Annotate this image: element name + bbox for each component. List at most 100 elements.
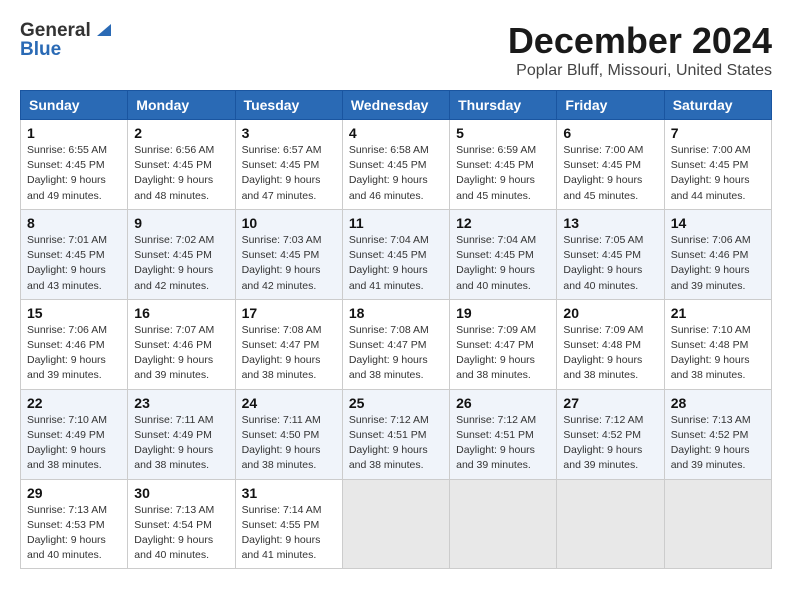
title-area: December 2024 Poplar Bluff, Missouri, Un… bbox=[508, 20, 772, 80]
daylight-label: Daylight: 9 hours and 47 minutes. bbox=[242, 174, 321, 201]
daylight-label: Daylight: 9 hours and 38 minutes. bbox=[349, 444, 428, 471]
logo-icon bbox=[93, 18, 115, 40]
calendar-cell: 13 Sunrise: 7:05 AM Sunset: 4:45 PM Dayl… bbox=[557, 209, 664, 299]
daylight-label: Daylight: 9 hours and 46 minutes. bbox=[349, 174, 428, 201]
logo-general-text: General bbox=[20, 21, 91, 40]
day-number: 10 bbox=[242, 215, 336, 231]
sunset-label: Sunset: 4:45 PM bbox=[27, 249, 105, 261]
day-info: Sunrise: 7:00 AM Sunset: 4:45 PM Dayligh… bbox=[671, 143, 765, 204]
day-info: Sunrise: 6:55 AM Sunset: 4:45 PM Dayligh… bbox=[27, 143, 121, 204]
sunrise-label: Sunrise: 7:02 AM bbox=[134, 234, 214, 246]
daylight-label: Daylight: 9 hours and 39 minutes. bbox=[671, 264, 750, 291]
daylight-label: Daylight: 9 hours and 39 minutes. bbox=[456, 444, 535, 471]
daylight-label: Daylight: 9 hours and 38 minutes. bbox=[242, 444, 321, 471]
sunrise-label: Sunrise: 7:11 AM bbox=[134, 414, 213, 426]
day-info: Sunrise: 6:58 AM Sunset: 4:45 PM Dayligh… bbox=[349, 143, 443, 204]
day-info: Sunrise: 7:02 AM Sunset: 4:45 PM Dayligh… bbox=[134, 233, 228, 294]
day-number: 5 bbox=[456, 125, 550, 141]
sunrise-label: Sunrise: 7:01 AM bbox=[27, 234, 107, 246]
sunset-label: Sunset: 4:49 PM bbox=[27, 429, 105, 441]
sunset-label: Sunset: 4:54 PM bbox=[134, 519, 212, 531]
sunset-label: Sunset: 4:48 PM bbox=[563, 339, 641, 351]
sunrise-label: Sunrise: 7:08 AM bbox=[349, 324, 429, 336]
daylight-label: Daylight: 9 hours and 38 minutes. bbox=[349, 354, 428, 381]
calendar-cell: 26 Sunrise: 7:12 AM Sunset: 4:51 PM Dayl… bbox=[450, 389, 557, 479]
calendar-cell: 5 Sunrise: 6:59 AM Sunset: 4:45 PM Dayli… bbox=[450, 120, 557, 210]
day-info: Sunrise: 7:09 AM Sunset: 4:48 PM Dayligh… bbox=[563, 323, 657, 384]
sunrise-label: Sunrise: 7:10 AM bbox=[671, 324, 751, 336]
sunrise-label: Sunrise: 7:12 AM bbox=[456, 414, 536, 426]
daylight-label: Daylight: 9 hours and 39 minutes. bbox=[563, 444, 642, 471]
day-number: 7 bbox=[671, 125, 765, 141]
calendar-cell: 20 Sunrise: 7:09 AM Sunset: 4:48 PM Dayl… bbox=[557, 299, 664, 389]
daylight-label: Daylight: 9 hours and 38 minutes. bbox=[134, 444, 213, 471]
calendar-week-row: 8 Sunrise: 7:01 AM Sunset: 4:45 PM Dayli… bbox=[21, 209, 772, 299]
day-info: Sunrise: 7:13 AM Sunset: 4:54 PM Dayligh… bbox=[134, 503, 228, 564]
daylight-label: Daylight: 9 hours and 40 minutes. bbox=[563, 264, 642, 291]
sunset-label: Sunset: 4:45 PM bbox=[349, 249, 427, 261]
day-number: 11 bbox=[349, 215, 443, 231]
day-header-monday: Monday bbox=[128, 91, 235, 120]
day-number: 31 bbox=[242, 485, 336, 501]
day-info: Sunrise: 7:06 AM Sunset: 4:46 PM Dayligh… bbox=[671, 233, 765, 294]
sunset-label: Sunset: 4:45 PM bbox=[563, 249, 641, 261]
calendar-cell: 6 Sunrise: 7:00 AM Sunset: 4:45 PM Dayli… bbox=[557, 120, 664, 210]
logo: General Blue bbox=[20, 20, 115, 59]
calendar-cell: 9 Sunrise: 7:02 AM Sunset: 4:45 PM Dayli… bbox=[128, 209, 235, 299]
calendar-cell bbox=[664, 479, 771, 569]
daylight-label: Daylight: 9 hours and 44 minutes. bbox=[671, 174, 750, 201]
calendar-cell: 23 Sunrise: 7:11 AM Sunset: 4:49 PM Dayl… bbox=[128, 389, 235, 479]
day-header-saturday: Saturday bbox=[664, 91, 771, 120]
sunset-label: Sunset: 4:45 PM bbox=[349, 159, 427, 171]
day-info: Sunrise: 6:56 AM Sunset: 4:45 PM Dayligh… bbox=[134, 143, 228, 204]
day-number: 4 bbox=[349, 125, 443, 141]
day-info: Sunrise: 7:00 AM Sunset: 4:45 PM Dayligh… bbox=[563, 143, 657, 204]
day-info: Sunrise: 7:12 AM Sunset: 4:52 PM Dayligh… bbox=[563, 413, 657, 474]
sunrise-label: Sunrise: 7:13 AM bbox=[27, 504, 107, 516]
sunset-label: Sunset: 4:50 PM bbox=[242, 429, 320, 441]
day-number: 27 bbox=[563, 395, 657, 411]
sunrise-label: Sunrise: 7:09 AM bbox=[456, 324, 536, 336]
day-number: 15 bbox=[27, 305, 121, 321]
calendar-cell: 8 Sunrise: 7:01 AM Sunset: 4:45 PM Dayli… bbox=[21, 209, 128, 299]
calendar-week-row: 22 Sunrise: 7:10 AM Sunset: 4:49 PM Dayl… bbox=[21, 389, 772, 479]
calendar-cell: 3 Sunrise: 6:57 AM Sunset: 4:45 PM Dayli… bbox=[235, 120, 342, 210]
day-number: 25 bbox=[349, 395, 443, 411]
sunset-label: Sunset: 4:46 PM bbox=[671, 249, 749, 261]
sunset-label: Sunset: 4:48 PM bbox=[671, 339, 749, 351]
calendar-week-row: 29 Sunrise: 7:13 AM Sunset: 4:53 PM Dayl… bbox=[21, 479, 772, 569]
sunrise-label: Sunrise: 7:14 AM bbox=[242, 504, 322, 516]
sunset-label: Sunset: 4:53 PM bbox=[27, 519, 105, 531]
sunrise-label: Sunrise: 6:56 AM bbox=[134, 144, 214, 156]
daylight-label: Daylight: 9 hours and 42 minutes. bbox=[134, 264, 213, 291]
daylight-label: Daylight: 9 hours and 43 minutes. bbox=[27, 264, 106, 291]
day-header-friday: Friday bbox=[557, 91, 664, 120]
sunrise-label: Sunrise: 7:10 AM bbox=[27, 414, 107, 426]
day-info: Sunrise: 7:01 AM Sunset: 4:45 PM Dayligh… bbox=[27, 233, 121, 294]
day-info: Sunrise: 7:12 AM Sunset: 4:51 PM Dayligh… bbox=[456, 413, 550, 474]
day-number: 23 bbox=[134, 395, 228, 411]
day-info: Sunrise: 7:13 AM Sunset: 4:53 PM Dayligh… bbox=[27, 503, 121, 564]
sunrise-label: Sunrise: 7:00 AM bbox=[671, 144, 751, 156]
day-number: 26 bbox=[456, 395, 550, 411]
sunrise-label: Sunrise: 7:06 AM bbox=[27, 324, 107, 336]
calendar-cell bbox=[557, 479, 664, 569]
calendar-cell: 25 Sunrise: 7:12 AM Sunset: 4:51 PM Dayl… bbox=[342, 389, 449, 479]
day-header-sunday: Sunday bbox=[21, 91, 128, 120]
day-number: 8 bbox=[27, 215, 121, 231]
calendar-cell: 14 Sunrise: 7:06 AM Sunset: 4:46 PM Dayl… bbox=[664, 209, 771, 299]
daylight-label: Daylight: 9 hours and 38 minutes. bbox=[27, 444, 106, 471]
calendar-cell: 28 Sunrise: 7:13 AM Sunset: 4:52 PM Dayl… bbox=[664, 389, 771, 479]
day-info: Sunrise: 7:12 AM Sunset: 4:51 PM Dayligh… bbox=[349, 413, 443, 474]
day-number: 13 bbox=[563, 215, 657, 231]
day-number: 17 bbox=[242, 305, 336, 321]
daylight-label: Daylight: 9 hours and 39 minutes. bbox=[27, 354, 106, 381]
sunset-label: Sunset: 4:51 PM bbox=[349, 429, 427, 441]
sunrise-label: Sunrise: 6:55 AM bbox=[27, 144, 107, 156]
day-number: 19 bbox=[456, 305, 550, 321]
sunset-label: Sunset: 4:46 PM bbox=[27, 339, 105, 351]
day-info: Sunrise: 7:05 AM Sunset: 4:45 PM Dayligh… bbox=[563, 233, 657, 294]
day-number: 1 bbox=[27, 125, 121, 141]
sunset-label: Sunset: 4:46 PM bbox=[134, 339, 212, 351]
day-info: Sunrise: 7:10 AM Sunset: 4:48 PM Dayligh… bbox=[671, 323, 765, 384]
